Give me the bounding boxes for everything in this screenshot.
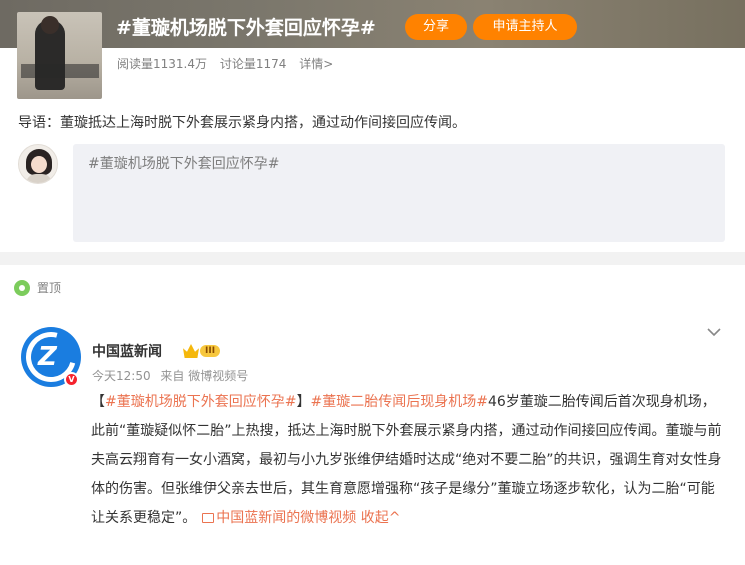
section-divider xyxy=(0,252,745,265)
member-crown-icon: III xyxy=(183,343,229,359)
compose-input[interactable]: #董璇机场脱下外套回应怀孕# xyxy=(73,144,725,242)
topic-intro: 导语：董璇抵达上海时脱下外套展示紧身内搭，通过动作间接回应传闻。 xyxy=(18,115,466,131)
topic-title: #董璇机场脱下外套回应怀孕# xyxy=(116,17,376,39)
topic-stats: 阅读量1131.4万 讨论量1174 详情> xyxy=(117,55,342,72)
hashtag-link[interactable]: #董璇机场脱下外套回应怀孕# xyxy=(105,394,296,410)
video-icon xyxy=(202,513,215,523)
post-text: 【#董璇机场脱下外套回应怀孕#】#董璇二胎传闻后现身机场#46岁董璇二胎传闻后首… xyxy=(91,394,722,526)
video-link[interactable]: 中国蓝新闻的微博视频 xyxy=(216,510,356,526)
post-body: 46岁董璇二胎传闻后首次现身机场，此前“董璇疑似怀二胎”上热搜，抵达上海时脱下外… xyxy=(91,394,722,526)
topic-thumbnail xyxy=(17,12,102,99)
detail-link[interactable]: 详情> xyxy=(299,57,333,71)
hashtag-link[interactable]: #董璇二胎传闻后现身机场# xyxy=(310,394,487,410)
pinned-label: 置顶 xyxy=(14,279,61,296)
apply-host-button[interactable]: 申请主持人 xyxy=(473,14,577,40)
read-count: 阅读量1131.4万 xyxy=(117,57,207,71)
pin-icon xyxy=(14,279,30,296)
post-meta: 今天12:50 来自 微博视频号 xyxy=(92,367,254,384)
pinned-text: 置顶 xyxy=(37,281,62,295)
chevron-down-icon[interactable] xyxy=(706,324,722,340)
verified-icon: V xyxy=(64,372,79,387)
author-name[interactable]: 中国蓝新闻 xyxy=(92,341,162,361)
collapse-button[interactable]: 收起^ xyxy=(361,510,401,526)
post-time[interactable]: 今天12:50 xyxy=(92,369,151,383)
discuss-count: 讨论量1174 xyxy=(219,57,287,71)
share-button[interactable]: 分享 xyxy=(405,14,467,40)
post-source: 来自 微博视频号 xyxy=(160,369,249,383)
user-avatar[interactable] xyxy=(18,144,58,184)
